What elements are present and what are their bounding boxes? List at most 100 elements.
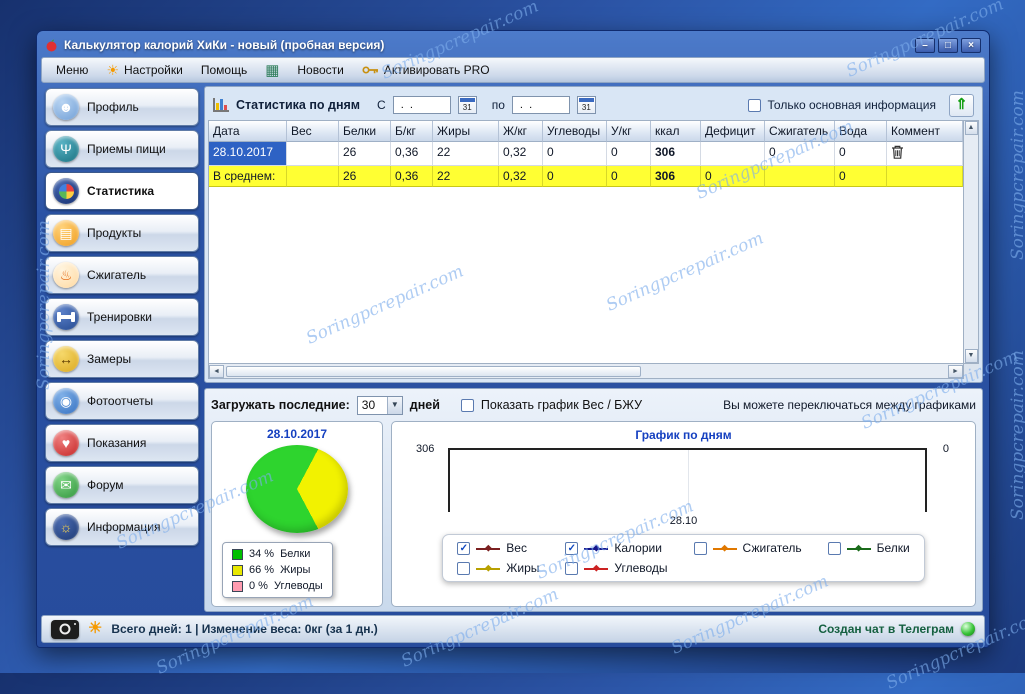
toggle-burner[interactable]: Сжигатель xyxy=(693,541,802,555)
cell-fats[interactable]: 22 xyxy=(433,142,499,166)
column-header[interactable]: Дефицит xyxy=(701,121,765,142)
column-header[interactable]: Дата xyxy=(209,121,287,142)
sidebar-item-products[interactable]: ▤ Продукты xyxy=(45,214,199,252)
pie-legend: 34 % Белки 66 % Жиры 0 % Углеводы xyxy=(222,542,333,598)
cell-burner[interactable]: 0 xyxy=(765,142,835,166)
sidebar-item-indications[interactable]: ♥ Показания xyxy=(45,424,199,462)
carbs-checkbox[interactable] xyxy=(565,561,579,575)
toggle-weight[interactable]: ✓ Вес xyxy=(457,541,539,555)
show-weight-bju-checkbox[interactable] xyxy=(460,398,474,412)
sidebar-item-profile[interactable]: ☻ Профиль xyxy=(45,88,199,126)
column-header[interactable]: Сжигатель xyxy=(765,121,835,142)
cell-carbs-per-kg[interactable]: 0 xyxy=(607,142,651,166)
sidebar-item-statistics[interactable]: Статистика xyxy=(45,172,199,210)
scroll-left-icon[interactable]: ◄ xyxy=(209,364,224,378)
cell-avg-burner[interactable] xyxy=(765,166,835,187)
calories-checkbox[interactable]: ✓ xyxy=(565,541,579,555)
window-title: Калькулятор калорий ХиКи - новый (пробна… xyxy=(64,38,385,52)
cell-carbs[interactable]: 0 xyxy=(543,142,607,166)
sidebar-item-information[interactable]: ☼ Информация xyxy=(45,508,199,546)
fats-checkbox[interactable] xyxy=(457,561,471,575)
export-top-button[interactable]: ⇑ xyxy=(949,93,974,117)
menu-item-help[interactable]: Помощь xyxy=(195,61,253,79)
toggle-proteins[interactable]: Белки xyxy=(827,541,910,555)
cell-avg-fats-per-kg[interactable]: 0,32 xyxy=(499,166,543,187)
sidebar-item-burner[interactable]: ♨ Сжигатель xyxy=(45,256,199,294)
cell-avg-label[interactable]: В среднем: xyxy=(209,166,287,187)
sun-icon[interactable]: ☀ xyxy=(88,621,102,637)
close-button[interactable]: × xyxy=(961,37,981,53)
chart-panel: Загружать последние: 30 ▼ дней Показать … xyxy=(204,388,983,612)
cell-proteins-per-kg[interactable]: 0,36 xyxy=(391,142,433,166)
cell-avg-proteins-per-kg[interactable]: 0,36 xyxy=(391,166,433,187)
cell-kcal[interactable]: 306 xyxy=(651,142,701,166)
table-average-row: В среднем: 26 0,36 22 0,32 0 0 306 0 0 xyxy=(209,166,963,187)
date-to-input[interactable] xyxy=(511,96,570,114)
toggle-calories[interactable]: ✓ Калории xyxy=(565,541,667,555)
calendar-to-button[interactable]: 31 xyxy=(576,96,596,114)
column-header[interactable]: ккал xyxy=(651,121,701,142)
table-header-row: Дата Вес Белки Б/кг Жиры Ж/кг Углеводы У… xyxy=(209,121,963,142)
cell-avg-fats[interactable]: 22 xyxy=(433,166,499,187)
cell-water[interactable]: 0 xyxy=(835,142,887,166)
vertical-scrollbar[interactable]: ▲ ▼ xyxy=(964,120,979,364)
cell-avg-proteins[interactable]: 26 xyxy=(339,166,391,187)
watermark: Soringpcrepair.com xyxy=(1008,350,1025,520)
cell-avg-carbs[interactable]: 0 xyxy=(543,166,607,187)
column-header[interactable]: Вес xyxy=(287,121,339,142)
cell-avg-comment[interactable] xyxy=(887,166,963,187)
cell-comment[interactable] xyxy=(887,142,963,166)
column-header[interactable]: У/кг xyxy=(607,121,651,142)
trash-icon[interactable] xyxy=(891,145,904,159)
weight-checkbox[interactable]: ✓ xyxy=(457,541,471,555)
cell-avg-water[interactable]: 0 xyxy=(835,166,887,187)
menu-item-news[interactable]: Новости xyxy=(291,61,349,79)
cell-weight[interactable] xyxy=(287,142,339,166)
burner-checkbox[interactable] xyxy=(693,541,707,555)
calendar-from-button[interactable]: 31 xyxy=(457,96,477,114)
cell-proteins[interactable]: 26 xyxy=(339,142,391,166)
horizontal-scrollbar[interactable]: ◄ ► xyxy=(208,364,964,379)
proteins-checkbox[interactable] xyxy=(827,541,841,555)
column-header[interactable]: Углеводы xyxy=(543,121,607,142)
sidebar-item-measurements[interactable]: ↔ Замеры xyxy=(45,340,199,378)
table-empty-area xyxy=(209,187,963,363)
menu-item-menu[interactable]: Меню xyxy=(50,61,94,79)
cell-date[interactable]: 28.10.2017 xyxy=(209,142,287,166)
sidebar-item-meals[interactable]: Ψ Приемы пищи xyxy=(45,130,199,168)
cell-deficit[interactable] xyxy=(701,142,765,166)
scrollbar-thumb[interactable] xyxy=(226,365,641,377)
sidebar-item-photo-reports[interactable]: ◉ Фотоотчеты xyxy=(45,382,199,420)
scroll-up-icon[interactable]: ▲ xyxy=(964,121,978,135)
burner-series-marker xyxy=(712,543,737,554)
date-from-input[interactable] xyxy=(392,96,451,114)
cell-avg-weight[interactable] xyxy=(287,166,339,187)
cell-avg-kcal[interactable]: 306 xyxy=(651,166,701,187)
cell-avg-carbs-per-kg[interactable]: 0 xyxy=(607,166,651,187)
days-count-select[interactable]: 30 ▼ xyxy=(356,395,403,415)
telegram-chat-link[interactable]: Создан чат в Телеграм xyxy=(818,622,954,636)
status-green-ball-icon xyxy=(961,622,975,636)
maximize-button[interactable]: □ xyxy=(938,37,958,53)
column-header[interactable]: Белки xyxy=(339,121,391,142)
scroll-down-icon[interactable]: ▼ xyxy=(964,349,978,363)
flame-icon: ♨ xyxy=(53,262,79,288)
menu-item-activate-pro[interactable]: Активировать PRO xyxy=(356,61,496,79)
calculator-button[interactable]: ▦ xyxy=(259,61,285,80)
sidebar-item-forum[interactable]: ✉ Форум xyxy=(45,466,199,504)
scroll-right-icon[interactable]: ► xyxy=(948,364,963,378)
column-header[interactable]: Ж/кг xyxy=(499,121,543,142)
minimize-button[interactable]: – xyxy=(915,37,935,53)
sidebar-item-workouts[interactable]: Тренировки xyxy=(45,298,199,336)
column-header[interactable]: Коммент xyxy=(887,121,963,142)
toggle-fats[interactable]: Жиры xyxy=(457,561,539,575)
cell-fats-per-kg[interactable]: 0,32 xyxy=(499,142,543,166)
toggle-carbs[interactable]: Углеводы xyxy=(565,561,668,575)
menu-item-settings[interactable]: ☀ Настройки xyxy=(100,61,188,79)
only-main-info-checkbox[interactable] xyxy=(747,98,761,112)
cell-avg-deficit[interactable]: 0 xyxy=(701,166,765,187)
screenshot-camera-button[interactable] xyxy=(51,619,79,639)
column-header[interactable]: Вода xyxy=(835,121,887,142)
column-header[interactable]: Жиры xyxy=(433,121,499,142)
column-header[interactable]: Б/кг xyxy=(391,121,433,142)
